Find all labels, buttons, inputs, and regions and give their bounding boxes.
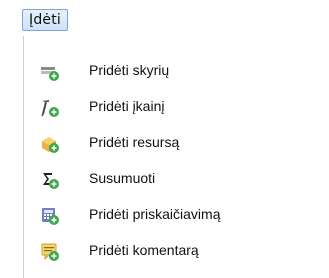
sum-icon [40,170,60,190]
menu-item-add-price[interactable]: Pridėti įkainį [24,88,329,126]
menu-item-sum[interactable]: Susumuoti [24,160,329,198]
menu-item-add-section[interactable]: Pridėti skyrių [24,52,329,90]
menu-item-label: Pridėti priskaičiavimą [89,206,221,222]
menu-item-add-resource[interactable]: Pridėti resursą [24,124,329,162]
add-resource-icon [40,134,60,154]
menu-item-add-calculation[interactable]: Pridėti priskaičiavimą [24,196,329,234]
menubar: Įdėti [0,0,329,40]
menu-item-add-comment[interactable]: Pridėti komentarą [24,232,329,270]
menu-item-label: Pridėti skyrių [89,62,170,78]
menu-button-label: Įdėti [29,12,62,28]
menu-item-label: Pridėti įkainį [89,98,165,114]
menu-item-label: Pridėti resursą [89,134,180,150]
add-comment-icon [40,242,60,262]
dropdown-menu: Pridėti skyrių Pridėti įkainį Pridėti re… [23,36,329,278]
menu-item-label: Susumuoti [89,170,156,186]
add-section-icon [40,62,60,82]
add-calculation-icon [40,206,60,226]
add-price-icon [40,98,60,118]
menu-button-insert[interactable]: Įdėti [22,9,69,31]
menu-item-label: Pridėti komentarą [89,242,199,258]
